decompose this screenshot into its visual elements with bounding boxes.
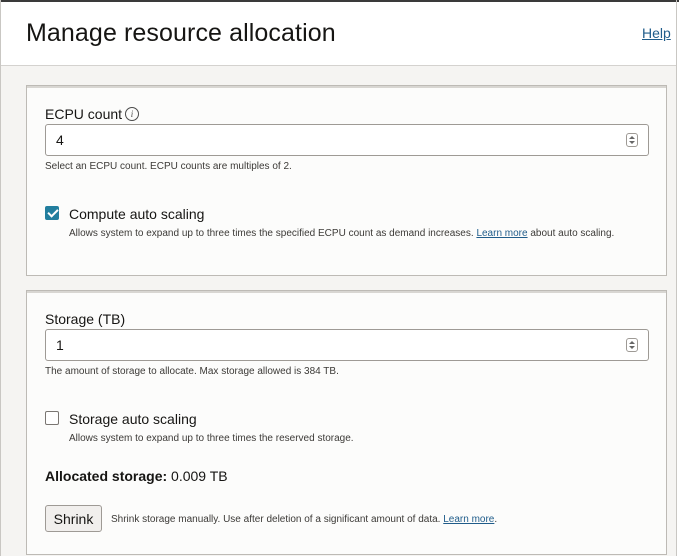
storage-stepper-icon[interactable]	[626, 338, 638, 352]
shrink-help-suffix: .	[494, 514, 498, 525]
info-icon[interactable]: i	[125, 107, 139, 121]
page-title: Manage resource allocation	[26, 19, 336, 47]
compute-auto-scaling-help-text: Allows system to expand up to three time…	[69, 228, 474, 239]
ecpu-count-label: ECPU count	[45, 106, 123, 122]
storage-auto-scaling-label[interactable]: Storage auto scaling	[69, 411, 197, 427]
ecpu-stepper-icon[interactable]	[626, 133, 638, 147]
allocated-storage: Allocated storage: 0.009 TB	[45, 468, 228, 484]
allocated-storage-value: 0.009 TB	[171, 468, 228, 484]
compute-auto-scaling-help-suffix: about auto scaling.	[530, 228, 615, 239]
shrink-help: Shrink storage manually. Use after delet…	[111, 514, 497, 525]
storage-value: 1	[56, 337, 64, 353]
storage-auto-scaling-help: Allows system to expand up to three time…	[69, 433, 354, 444]
compute-auto-scaling-label[interactable]: Compute auto scaling	[69, 206, 204, 222]
dialog-content: ECPU count i 4 Select an ECPU count. ECP…	[1, 66, 676, 556]
shrink-button[interactable]: Shrink	[45, 505, 102, 532]
ecpu-count-value: 4	[56, 132, 64, 148]
shrink-learn-more-link[interactable]: Learn more	[443, 514, 494, 525]
ecpu-help-text: Select an ECPU count. ECPU counts are mu…	[45, 161, 292, 172]
shrink-help-text: Shrink storage manually. Use after delet…	[111, 514, 441, 525]
compute-auto-scaling-checkbox[interactable]	[45, 206, 59, 220]
help-link[interactable]: Help	[642, 25, 671, 41]
compute-auto-scaling-learn-more-link[interactable]: Learn more	[476, 228, 527, 239]
storage-section: Storage (TB) 1 The amount of storage to …	[26, 290, 667, 555]
ecpu-section: ECPU count i 4 Select an ECPU count. ECP…	[26, 85, 667, 276]
storage-auto-scaling-checkbox[interactable]	[45, 411, 59, 425]
storage-input[interactable]: 1	[45, 329, 649, 361]
storage-help-text: The amount of storage to allocate. Max s…	[45, 366, 339, 377]
ecpu-count-input[interactable]: 4	[45, 124, 649, 156]
storage-label: Storage (TB)	[45, 311, 126, 327]
compute-auto-scaling-help: Allows system to expand up to three time…	[69, 228, 614, 239]
dialog-header: Manage resource allocation Help	[1, 2, 676, 66]
allocated-storage-label: Allocated storage:	[45, 468, 168, 484]
